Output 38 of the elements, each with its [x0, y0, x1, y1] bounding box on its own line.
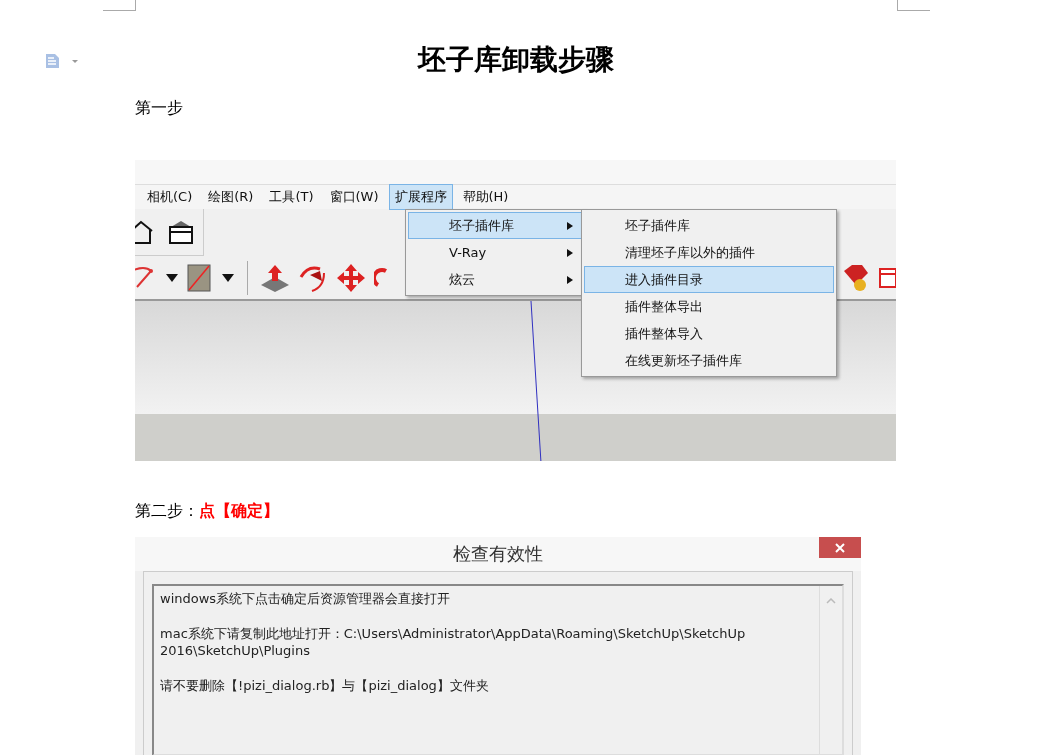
menu-item[interactable]: 进入插件目录 — [584, 266, 834, 293]
menu-bar-item[interactable]: 绘图(R) — [202, 184, 260, 210]
house-icon[interactable] — [135, 219, 155, 245]
menu-bar-item[interactable]: 帮助(H) — [456, 184, 515, 210]
crop-mark — [103, 0, 136, 11]
crop-mark — [897, 0, 930, 11]
menu-bar-item[interactable]: 窗口(W) — [323, 184, 385, 210]
close-icon — [835, 542, 845, 553]
menu-item[interactable]: 在线更新坯子插件库 — [584, 347, 834, 374]
submenu-arrow-icon — [567, 248, 573, 257]
push-pull-icon[interactable] — [260, 263, 290, 293]
menu-item[interactable]: 坯子插件库 — [408, 212, 582, 239]
message-text-area[interactable]: windows系统下点击确定后资源管理器会直接打开 mac系统下请复制此地址打开：C:\Users\Administrator\AppData\Roaming\SketchUp\SketchUp 2016\SketchUp\Plugins 请不要删除【!pizi_dialog.rb】与【pizi_dialog】文件夹 — [152, 584, 844, 755]
menu-bar-item[interactable]: 扩展程序 — [388, 184, 453, 210]
document-title: 坯子库卸载步骤 — [416, 43, 615, 77]
submenu-arrow-icon — [567, 275, 573, 284]
building-icon[interactable] — [167, 219, 195, 245]
message-line: mac系统下请复制此地址打开：C:\Users\Administrator\AppData\Roaming\SketchUp\SketchUp 2016\SketchUp\Plugins — [160, 625, 747, 659]
menu-bar-item[interactable]: 工具(T) — [263, 184, 320, 210]
close-button[interactable] — [819, 537, 861, 558]
message-line: 请不要删除【!pizi_dialog.rb】与【pizi_dialog】文件夹 — [160, 677, 490, 694]
menu-item[interactable]: 炫云 — [408, 266, 582, 293]
caret-icon[interactable] — [221, 273, 235, 283]
move-icon[interactable] — [336, 263, 366, 293]
caret-icon[interactable] — [165, 273, 179, 283]
step-label: 第二步：点【确定】 — [135, 501, 280, 521]
message-line: windows系统下点击确定后资源管理器会直接打开 — [160, 590, 452, 607]
menu-item[interactable]: 坯子插件库 — [584, 212, 834, 239]
step-label: 第一步 — [135, 98, 184, 118]
menu-item[interactable]: 清理坯子库以外的插件 — [584, 239, 834, 266]
menu-bar-item[interactable]: 相机(C) — [141, 184, 199, 210]
menu-item[interactable]: 插件整体导入 — [584, 320, 834, 347]
menu-item[interactable]: 插件整体导出 — [584, 293, 834, 320]
follow-me-icon[interactable] — [298, 263, 328, 293]
submenu-arrow-icon — [567, 221, 573, 230]
rectangle-tool-icon[interactable] — [187, 263, 213, 293]
menu-item[interactable]: V-Ray — [408, 239, 582, 266]
dialog-title: 检查有效性 — [453, 542, 543, 566]
